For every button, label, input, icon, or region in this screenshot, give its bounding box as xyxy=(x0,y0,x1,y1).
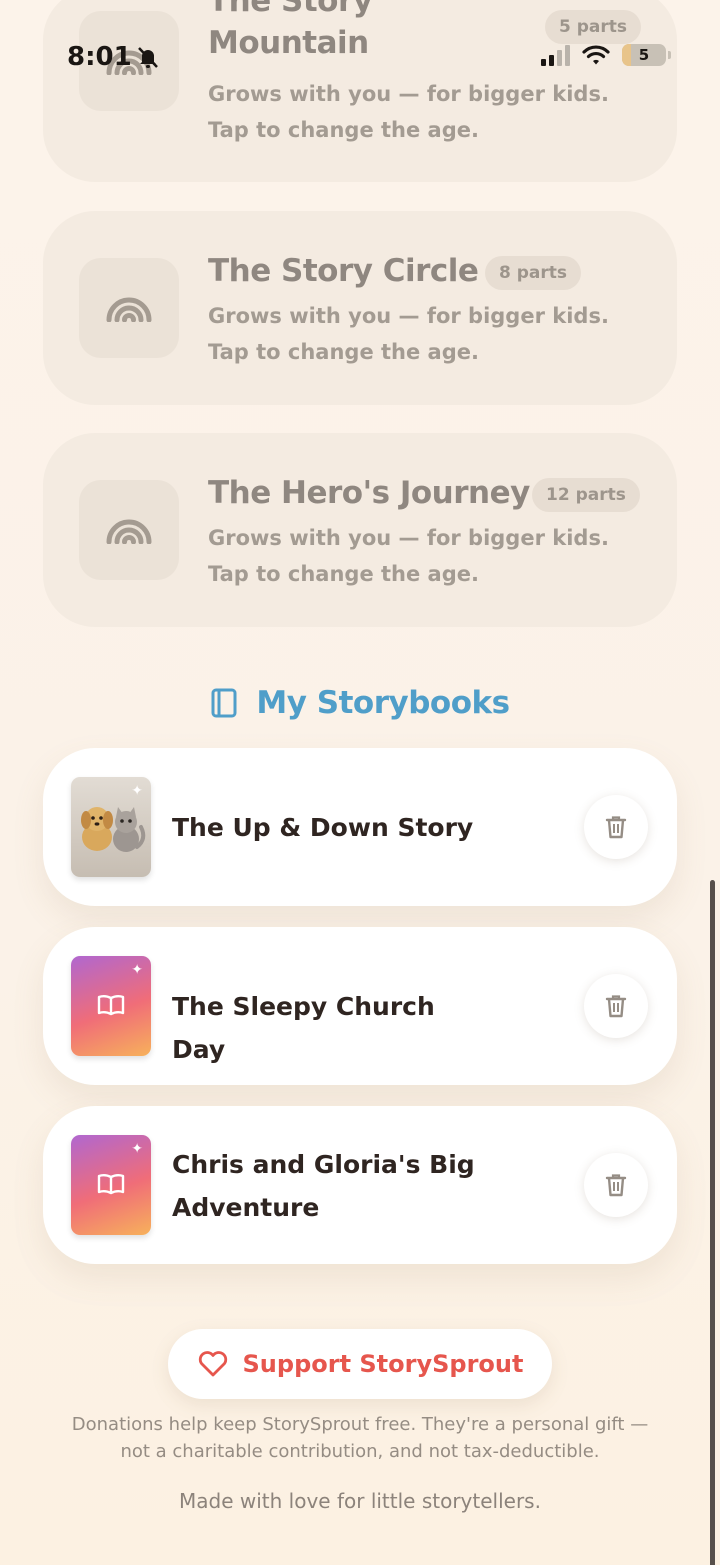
rainbow-icon xyxy=(79,258,179,358)
book-icon xyxy=(211,688,237,718)
signal-icon xyxy=(541,44,570,66)
section-title: My Storybooks xyxy=(256,685,510,721)
trash-icon xyxy=(605,1174,627,1197)
delete-storybook-button[interactable] xyxy=(584,974,648,1038)
status-indicators: 5 xyxy=(541,44,671,66)
page: The Story Mountain 5 parts Grows with yo… xyxy=(0,0,720,1565)
parts-badge: 8 parts xyxy=(485,256,582,290)
delete-storybook-button[interactable] xyxy=(584,1153,648,1217)
storybook-title: The Sleepy Church Day xyxy=(172,992,435,1064)
storybook-card[interactable]: ✦ The Up & Down Story xyxy=(43,748,677,906)
framework-title: The Hero's Journey xyxy=(208,475,530,511)
framework-description: Grows with you — for bigger kids. Tap to… xyxy=(208,526,609,586)
framework-card-story-mountain[interactable]: The Story Mountain 5 parts Grows with yo… xyxy=(43,0,677,182)
sparkle-icon: ✦ xyxy=(131,1141,143,1157)
sparkle-icon: ✦ xyxy=(131,783,143,799)
storybook-card[interactable]: ✦ The Sleepy Church Day xyxy=(43,927,677,1085)
rainbow-icon xyxy=(79,480,179,580)
framework-title: The Story Mountain xyxy=(208,0,373,61)
status-time: 8:01 xyxy=(67,42,160,72)
framework-title: The Story Circle xyxy=(208,253,479,289)
bell-muted-icon xyxy=(137,47,158,68)
framework-card-heros-journey[interactable]: The Hero's Journey 12 parts Grows with y… xyxy=(43,433,677,627)
battery-icon: 5 xyxy=(622,44,671,66)
parts-badge: 5 parts xyxy=(545,10,642,44)
storybook-card[interactable]: ✦ Chris and Gloria's Big Adventure xyxy=(43,1106,677,1264)
trash-icon xyxy=(605,816,627,839)
footer-note: Made with love for little storytellers. xyxy=(179,1489,541,1513)
sparkle-icon: ✦ xyxy=(131,962,143,978)
framework-description: Grows with you — for bigger kids. Tap to… xyxy=(208,82,609,142)
storybook-title: The Up & Down Story xyxy=(172,813,474,842)
storybook-title: Chris and Gloria's Big Adventure xyxy=(172,1150,475,1222)
storybook-cover: ✦ xyxy=(71,777,151,877)
heart-icon xyxy=(198,1351,227,1377)
parts-badge: 12 parts xyxy=(532,478,640,512)
scrollbar[interactable] xyxy=(710,880,715,1565)
my-storybooks-header: My Storybooks xyxy=(0,680,720,726)
open-book-icon xyxy=(97,995,125,1016)
delete-storybook-button[interactable] xyxy=(584,795,648,859)
framework-description: Grows with you — for bigger kids. Tap to… xyxy=(208,304,609,364)
open-book-icon xyxy=(97,1174,125,1195)
storybook-cover: ✦ xyxy=(71,956,151,1056)
wifi-icon xyxy=(582,45,610,65)
trash-icon xyxy=(605,995,627,1018)
framework-card-story-circle[interactable]: The Story Circle 8 parts Grows with you … xyxy=(43,211,677,405)
support-button[interactable]: Support StorySprout xyxy=(168,1329,552,1399)
storybook-cover: ✦ xyxy=(71,1135,151,1235)
support-label: Support StorySprout xyxy=(242,1350,524,1378)
donation-note: Donations help keep StorySprout free. Th… xyxy=(71,1414,649,1462)
